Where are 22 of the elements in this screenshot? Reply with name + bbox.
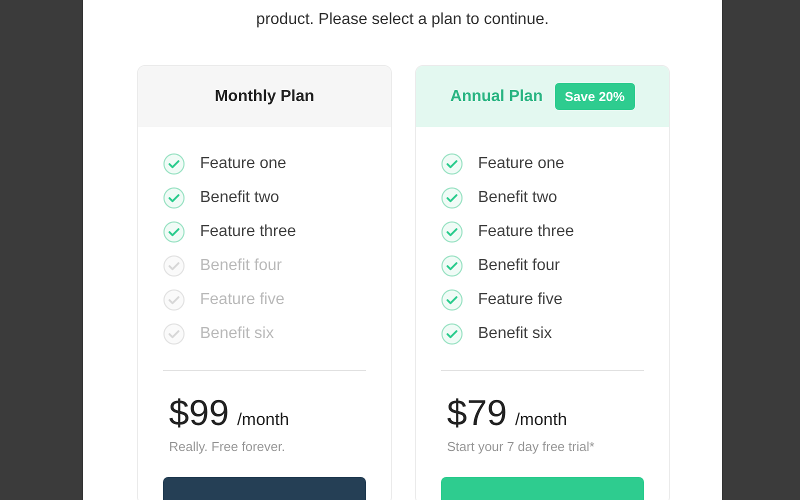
feature-label: Benefit six [200,324,274,344]
price-note: Really. Free forever. [168,438,286,456]
price: $99 [169,391,230,435]
price-period: /month [237,409,290,431]
feature-label: Feature one [200,154,286,174]
feature-label: Benefit six [478,324,552,344]
feature-label: Feature three [478,222,574,242]
discount-badge: Save 20% [554,82,635,110]
feature-label: Benefit two [478,188,558,208]
plan-title: Monthly Plan [214,86,314,106]
intro-text: product. Please select a plan to continue. [255,10,550,30]
feature-label: Feature five [478,290,562,310]
feature-label: Benefit two [200,188,280,208]
price: $79 [447,391,508,435]
price-note: Start your 7 day free trial* [446,438,594,456]
feature-label: Feature five [200,290,284,310]
feature-label: Benefit four [478,256,560,276]
plan-title: Annual Plan [450,86,543,106]
feature-label: Feature three [200,222,296,242]
price-period: /month [515,409,568,431]
feature-label: Feature one [478,154,564,174]
feature-label: Benefit four [200,256,282,276]
